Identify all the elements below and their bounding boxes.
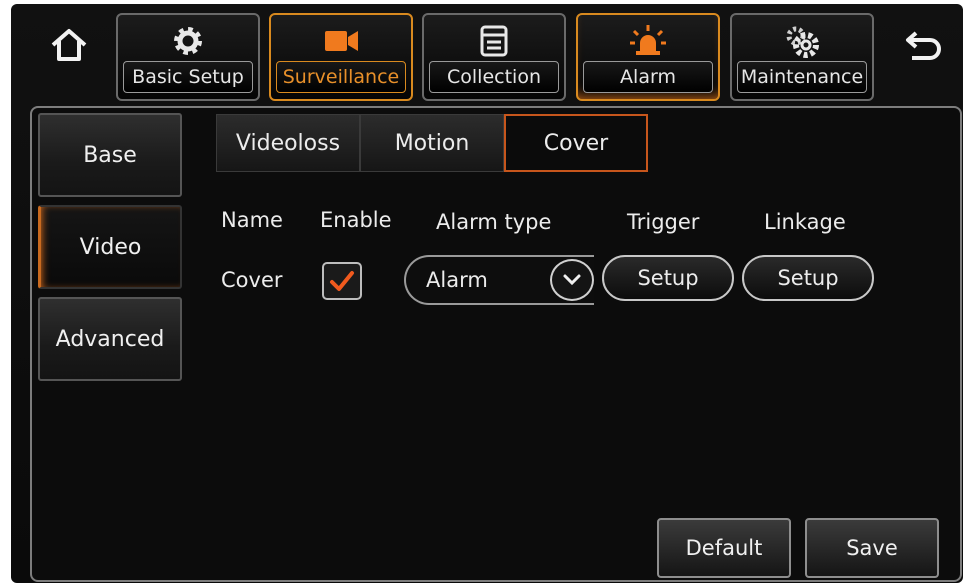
nav-tab-label: Surveillance [276, 61, 406, 93]
nav-tab-collection[interactable]: Collection [422, 13, 566, 101]
header-enable: Enable [320, 208, 392, 232]
back-icon [906, 31, 941, 60]
alarm-type-value: Alarm [426, 268, 488, 292]
button-label: Setup [637, 266, 699, 290]
sidebar-item-base[interactable]: Base [38, 113, 182, 197]
top-navigation: Basic Setup Surveillance Collection Alar… [0, 0, 966, 101]
tab-videoloss[interactable]: Videoloss [216, 114, 360, 172]
button-label: Save [846, 536, 898, 560]
alarm-icon [630, 25, 666, 55]
sidebar-item-video[interactable]: Video [38, 205, 182, 289]
checkmark-icon [330, 271, 354, 291]
save-button[interactable]: Save [805, 518, 939, 578]
trigger-setup-button[interactable]: Setup [602, 255, 734, 301]
alarm-type-select[interactable]: Alarm [404, 255, 594, 305]
nav-tab-basic-setup[interactable]: Basic Setup [116, 13, 260, 101]
button-label: Setup [777, 266, 839, 290]
nav-tab-surveillance[interactable]: Surveillance [269, 13, 413, 101]
nav-tab-label: Basic Setup [123, 61, 253, 93]
tab-motion[interactable]: Motion [360, 114, 504, 172]
nav-tab-alarm[interactable]: Alarm [576, 13, 720, 101]
default-button[interactable]: Default [657, 518, 791, 578]
nav-tab-label: Maintenance [737, 61, 867, 93]
header-linkage: Linkage [764, 210, 846, 234]
home-button[interactable] [46, 22, 92, 68]
sub-tabs: Videoloss Motion Cover [216, 114, 648, 172]
maintenance-icon [786, 26, 819, 58]
linkage-setup-button[interactable]: Setup [742, 255, 874, 301]
tab-label: Cover [543, 130, 609, 156]
nav-tab-maintenance[interactable]: Maintenance [730, 13, 874, 101]
collection-icon [480, 25, 508, 57]
tab-label: Videoloss [235, 130, 341, 156]
header-alarm-type: Alarm type [436, 210, 552, 234]
camera-icon [325, 31, 358, 51]
tab-label: Motion [394, 130, 470, 156]
button-label: Default [685, 536, 763, 560]
nav-tab-label: Alarm [583, 61, 713, 93]
enable-checkbox[interactable] [322, 262, 362, 300]
sidebar-item-label: Base [83, 142, 137, 168]
sidebar-item-label: Video [79, 234, 142, 260]
header-name: Name [221, 208, 283, 232]
header-trigger: Trigger [627, 210, 700, 234]
sidebar-item-label: Advanced [55, 326, 165, 352]
nav-tab-label: Collection [429, 61, 559, 93]
gear-icon [174, 27, 202, 55]
sidebar-item-advanced[interactable]: Advanced [38, 297, 182, 381]
back-button[interactable] [898, 22, 950, 68]
home-icon [51, 29, 87, 61]
chevron-down-icon [563, 274, 581, 286]
tab-cover[interactable]: Cover [504, 114, 648, 172]
row-name: Cover [221, 268, 283, 292]
dropdown-button[interactable] [550, 259, 594, 301]
